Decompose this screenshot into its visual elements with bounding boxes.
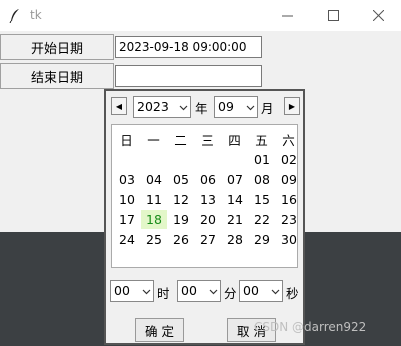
weekday-header: 五 <box>255 133 268 148</box>
day-cell[interactable]: 25 <box>141 230 167 249</box>
day-cell[interactable]: 10 <box>114 190 140 209</box>
day-cell[interactable]: 27 <box>195 230 221 249</box>
weekday-header: 三 <box>201 133 214 148</box>
month-select[interactable]: 09 <box>214 96 258 118</box>
day-cell[interactable]: 24 <box>114 230 140 249</box>
next-month-button[interactable]: ▶ <box>284 97 300 115</box>
day-cell[interactable]: 30 <box>276 230 302 249</box>
year-unit-label: 年 <box>195 101 208 116</box>
year-select[interactable]: 2023 <box>133 96 191 118</box>
window-title: tk <box>30 8 42 22</box>
day-cell[interactable]: 14 <box>222 190 248 209</box>
day-cell[interactable]: 09 <box>276 170 302 189</box>
start-date-button[interactable]: 开始日期 <box>0 34 114 60</box>
calendar-grid: 日一二三四五六 01 02 03 04 05 06 07 08 09 10 11 12 13 14 15 16 1… <box>111 124 298 268</box>
tk-feather-icon <box>9 9 19 23</box>
day-cell[interactable]: 19 <box>168 210 194 229</box>
day-cell[interactable]: 16 <box>276 190 302 209</box>
chevron-down-icon <box>209 289 218 295</box>
second-select[interactable]: 00 <box>239 280 283 302</box>
date-picker-popup: ◀ 2023 年 09 月 ▶ 日一二三四五六 01 02 03 04 05 06 07 08 0… <box>104 89 305 345</box>
day-cell[interactable]: 06 <box>195 170 221 189</box>
start-date-input[interactable]: 2023-09-18 09:00:00 <box>115 36 262 58</box>
day-cell[interactable]: 13 <box>195 190 221 209</box>
maximize-button[interactable] <box>310 0 356 31</box>
day-cell[interactable]: 05 <box>168 170 194 189</box>
triangle-left-icon: ◀ <box>115 101 123 111</box>
day-cell[interactable]: 28 <box>222 230 248 249</box>
day-cell[interactable]: 08 <box>249 170 275 189</box>
day-cell[interactable]: 21 <box>222 210 248 229</box>
day-cell[interactable]: 20 <box>195 210 221 229</box>
triangle-right-icon: ▶ <box>288 101 296 111</box>
minute-unit-label: 分 <box>224 286 237 301</box>
end-date-button[interactable]: 结束日期 <box>0 63 114 89</box>
hour-unit-label: 时 <box>157 286 170 301</box>
day-cell[interactable]: 04 <box>141 170 167 189</box>
watermark: CSDN @darren922 <box>254 320 367 334</box>
weekday-header: 六 <box>282 133 295 148</box>
minute-value: 00 <box>181 283 197 298</box>
day-cell[interactable]: 02 <box>276 150 302 169</box>
month-unit-label: 月 <box>261 101 274 116</box>
weekday-header: 日 <box>120 133 133 148</box>
day-cell[interactable]: 15 <box>249 190 275 209</box>
hour-value: 00 <box>114 283 130 298</box>
weekday-header: 二 <box>174 133 187 148</box>
title-bar: tk <box>0 0 401 31</box>
end-date-input[interactable] <box>115 65 262 87</box>
chevron-down-icon <box>142 289 151 295</box>
day-cell[interactable]: 11 <box>141 190 167 209</box>
month-value: 09 <box>218 99 234 114</box>
maximize-icon <box>327 10 339 21</box>
minimize-icon <box>281 15 293 17</box>
confirm-button[interactable]: 确 定 <box>135 318 184 342</box>
day-cell-today[interactable]: 18 <box>141 210 167 229</box>
year-value: 2023 <box>137 99 169 114</box>
second-unit-label: 秒 <box>286 286 299 301</box>
day-cell[interactable]: 01 <box>249 150 275 169</box>
hour-select[interactable]: 00 <box>110 280 154 302</box>
close-icon <box>372 10 384 21</box>
close-button[interactable] <box>355 0 401 31</box>
weekday-header: 四 <box>228 133 241 148</box>
second-value: 00 <box>243 283 259 298</box>
day-cell[interactable]: 03 <box>114 170 140 189</box>
chevron-down-icon <box>271 289 280 295</box>
chevron-down-icon <box>179 105 188 111</box>
day-cell[interactable]: 23 <box>276 210 302 229</box>
weekday-header: 一 <box>147 133 160 148</box>
chevron-down-icon <box>246 105 255 111</box>
day-cell[interactable]: 17 <box>114 210 140 229</box>
day-cell[interactable]: 07 <box>222 170 248 189</box>
minimize-button[interactable] <box>264 0 310 31</box>
prev-month-button[interactable]: ◀ <box>111 97 127 115</box>
day-cell[interactable]: 26 <box>168 230 194 249</box>
day-cell[interactable]: 12 <box>168 190 194 209</box>
day-cell[interactable]: 22 <box>249 210 275 229</box>
day-cell[interactable]: 29 <box>249 230 275 249</box>
minute-select[interactable]: 00 <box>177 280 221 302</box>
